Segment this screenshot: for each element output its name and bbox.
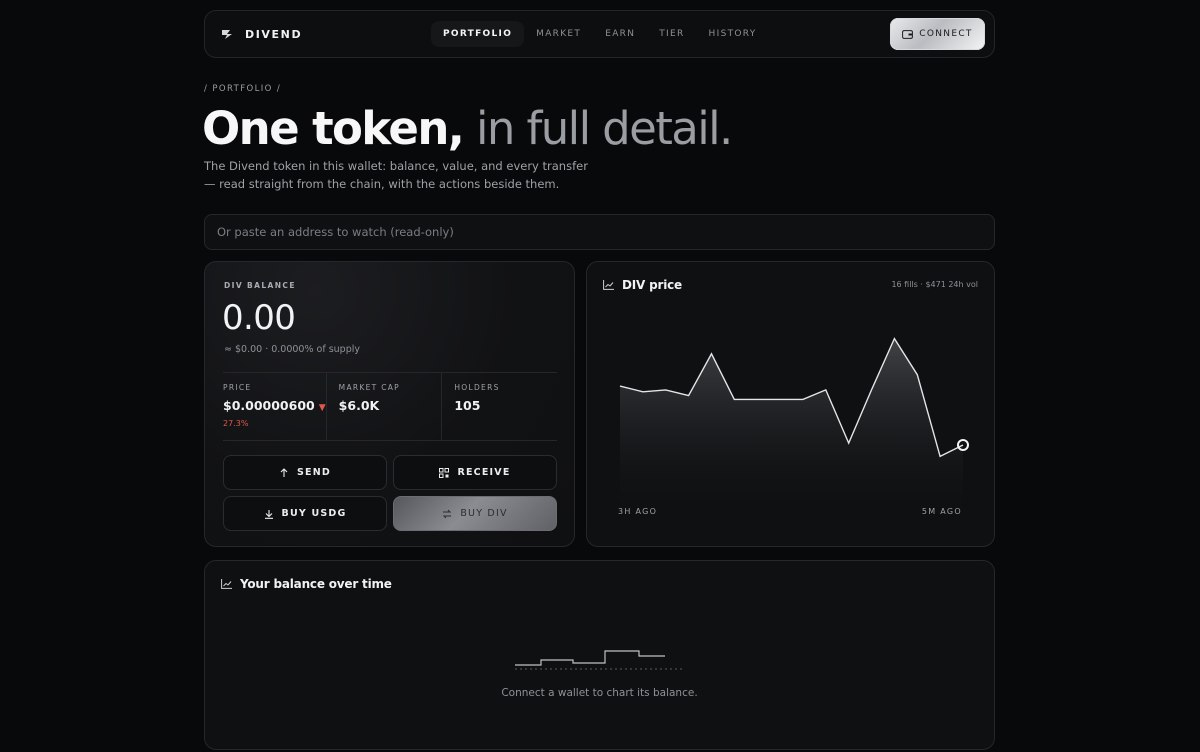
send-label: SEND <box>297 467 331 478</box>
brand-name: DIVEND <box>245 27 303 41</box>
nav-link-market[interactable]: MARKET <box>524 21 593 47</box>
balance-history-title: Your balance over time <box>240 577 392 591</box>
stat-price-label: PRICE <box>223 383 252 392</box>
balance-history-header: Your balance over time <box>221 577 392 591</box>
stat-cap-value: $6.0K <box>338 398 380 413</box>
buy-usdg-label: BUY USDG <box>281 508 347 519</box>
price-chart <box>619 337 969 502</box>
nav-link-earn[interactable]: EARN <box>593 21 647 47</box>
balance-history-empty-message: Connect a wallet to chart its balance. <box>501 687 698 699</box>
x-axis-end-label: 5M AGO <box>921 507 962 516</box>
arrow-up-icon <box>280 467 288 477</box>
stat-cap-label: MARKET CAP <box>338 383 400 392</box>
price-chart-meta: 16 fills · $471 24h vol <box>891 280 978 289</box>
send-button[interactable]: SEND <box>223 455 387 490</box>
page-title: One token, in full detail. <box>202 100 733 158</box>
page-title-light: in full detail. <box>463 102 733 155</box>
stat-price-row: $0.00000600 ▼ <box>223 398 326 413</box>
qr-code-icon <box>439 467 450 478</box>
balance-subtext: ≈ $0.00 · 0.0000% of supply <box>224 344 360 355</box>
line-chart-icon <box>603 280 614 290</box>
receive-button[interactable]: RECEIVE <box>393 455 557 490</box>
line-chart-icon <box>221 579 232 589</box>
nav-link-portfolio[interactable]: PORTFOLIO <box>431 21 525 47</box>
empty-balance-chart-illustration <box>515 650 685 670</box>
page-title-strong: One token, <box>202 102 465 155</box>
breadcrumb: / PORTFOLIO / <box>204 84 282 94</box>
buy-usdg-button[interactable]: BUY USDG <box>223 496 387 531</box>
top-nav: DIVEND PORTFOLIO MARKET EARN TIER HISTOR… <box>204 10 995 58</box>
stat-market-cap: MARKET CAP $6.0K <box>325 373 442 440</box>
stat-price: PRICE $0.00000600 ▼ 27.3% <box>223 373 326 440</box>
nav-link-tier[interactable]: TIER <box>647 21 696 47</box>
balance-history-card: Your balance over time Connect a wallet … <box>204 560 995 750</box>
stat-price-value: $0.00000600 <box>223 398 315 413</box>
connect-wallet-button[interactable]: CONNECT <box>890 18 985 50</box>
stat-price-change: 27.3% <box>223 419 249 428</box>
page-description: The Divend token in this wallet: balance… <box>204 159 588 191</box>
stat-holders-label: HOLDERS <box>454 383 500 392</box>
price-area <box>620 338 963 502</box>
x-axis-start-label: 3H AGO <box>618 507 658 516</box>
balance-actions: SEND RECEIVE BUY USDG BUY DIV <box>223 455 557 531</box>
token-stats: PRICE $0.00000600 ▼ 27.3% MARKET CAP $6.0… <box>223 372 557 441</box>
watch-address-input[interactable] <box>204 214 995 250</box>
balance-label: DIV BALANCE <box>224 281 296 290</box>
nav-links: PORTFOLIO MARKET EARN TIER HISTORY <box>431 21 769 47</box>
price-chart-header: DIV price <box>603 278 682 292</box>
price-chart-card: DIV price 16 fills · $471 24h vol 3H AGO… <box>586 261 995 547</box>
swap-icon <box>443 509 452 518</box>
stat-holders: HOLDERS 105 <box>441 373 557 440</box>
divend-logo-icon <box>222 30 232 39</box>
connect-label: CONNECT <box>919 29 973 39</box>
balance-value: 0.00 <box>222 298 296 338</box>
receive-label: RECEIVE <box>457 467 511 478</box>
wallet-icon <box>902 29 914 39</box>
brand[interactable]: DIVEND <box>221 11 302 57</box>
stat-holders-value: 105 <box>454 398 481 413</box>
balance-card: DIV BALANCE 0.00 ≈ $0.00 · 0.0000% of su… <box>204 261 575 547</box>
nav-link-history[interactable]: HISTORY <box>697 21 769 47</box>
price-down-icon: ▼ <box>318 403 326 413</box>
buy-div-button[interactable]: BUY DIV <box>393 496 557 531</box>
buy-div-label: BUY DIV <box>460 508 508 519</box>
download-icon <box>264 509 273 519</box>
price-chart-title: DIV price <box>622 278 682 292</box>
